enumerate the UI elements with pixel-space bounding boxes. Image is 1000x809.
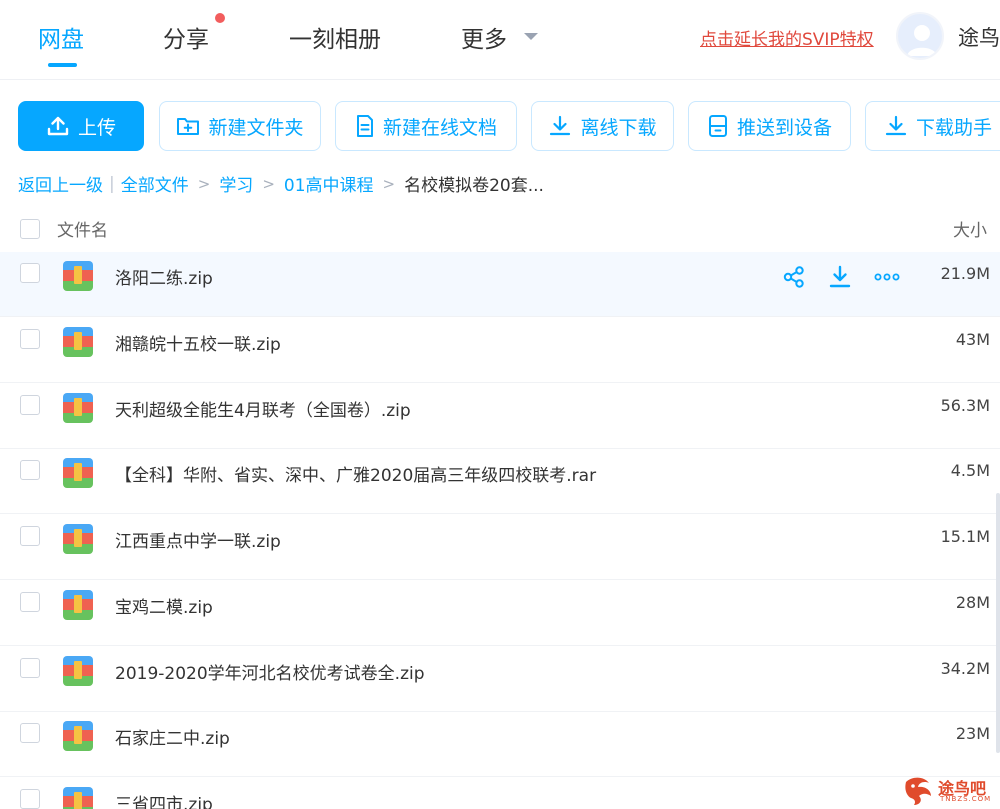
file-size: 4.5M [950,461,990,480]
file-size: 34.2M [940,659,990,678]
watermark-subtext: TNBZS.COM [940,795,992,803]
file-name[interactable]: 2019-2020学年河北名校优考试卷全.zip [115,659,425,684]
row-actions [782,265,900,289]
file-name[interactable]: 湘赣皖十五校一联.zip [115,330,281,355]
breadcrumb-divider: | [109,173,115,194]
share-icon[interactable] [782,265,806,289]
nav-tab-netdisk[interactable]: 网盘 [38,20,84,54]
file-name[interactable]: 天利超级全能生4月联考（全国卷）.zip [115,396,411,421]
row-checkbox[interactable] [20,658,40,678]
user-avatar-icon [907,25,937,56]
file-row[interactable]: 天利超级全能生4月联考（全国卷）.zip 56.3M [0,384,1000,449]
more-options-icon[interactable] [874,265,900,289]
breadcrumb-chevron-icon: > [382,174,396,193]
download-helper-label: 下载助手 [916,116,993,139]
watermark: 途鸟吧 TNBZS.COM [902,772,1000,809]
download-icon[interactable] [828,265,852,289]
file-row[interactable]: 洛阳二练.zip 21.9M [0,252,1000,317]
new-online-doc-label: 新建在线文档 [382,116,497,139]
download-icon [550,115,571,136]
file-row[interactable]: 2019-2020学年河北名校优考试卷全.zip 34.2M [0,647,1000,712]
archive-file-icon [63,327,93,357]
archive-file-icon [63,787,93,809]
push-to-device-label: 推送到设备 [736,116,832,139]
file-name[interactable]: 江西重点中学一联.zip [115,527,281,552]
breadcrumb-highschool[interactable]: 01高中课程 [284,171,374,196]
row-checkbox[interactable] [20,263,40,283]
file-name[interactable]: 三省四市.zip [115,790,213,809]
offline-download-label: 离线下载 [580,116,657,139]
file-name[interactable]: 石家庄二中.zip [115,724,230,749]
file-size: 15.1M [940,527,990,546]
file-row[interactable]: 湘赣皖十五校一联.zip 43M [0,318,1000,383]
nav-active-indicator [48,63,77,67]
archive-file-icon [63,590,93,620]
file-row[interactable]: 三省四市.zip [0,778,1000,809]
share-notification-badge [215,13,225,23]
new-online-doc-button[interactable]: 新建在线文档 [335,101,517,151]
select-all-checkbox[interactable] [20,219,40,239]
archive-file-icon [63,721,93,751]
bird-logo-icon [905,777,931,805]
username[interactable]: 途鸟 [958,22,1000,52]
file-row[interactable]: 江西重点中学一联.zip 15.1M [0,515,1000,580]
chevron-down-icon[interactable] [524,33,538,40]
upload-icon [47,116,69,136]
download-helper-icon [885,115,907,136]
row-checkbox[interactable] [20,329,40,349]
archive-file-icon [63,393,93,423]
upload-button[interactable]: 上传 [18,101,144,151]
breadcrumb-study[interactable]: 学习 [219,171,253,196]
row-checkbox[interactable] [20,723,40,743]
row-checkbox[interactable] [20,526,40,546]
nav-tab-album[interactable]: 一刻相册 [289,20,381,54]
row-checkbox[interactable] [20,789,40,809]
upload-label: 上传 [77,116,116,139]
file-name[interactable]: 洛阳二练.zip [115,264,213,289]
new-folder-icon [177,118,200,135]
column-header-size[interactable]: 大小 [953,216,987,241]
row-checkbox[interactable] [20,460,40,480]
breadcrumb-all-files[interactable]: 全部文件 [121,171,189,196]
document-icon [356,115,373,137]
nav-tab-more[interactable]: 更多 [461,20,507,54]
file-size: 28M [955,593,990,612]
row-checkbox[interactable] [20,395,40,415]
archive-file-icon [63,261,93,291]
archive-file-icon [63,458,93,488]
top-nav: 网盘 分享 一刻相册 更多 点击延长我的SVIP特权 途鸟 [0,0,1000,80]
device-icon [708,115,727,137]
svip-renew-link[interactable]: 点击延长我的SVIP特权 [700,25,874,50]
column-header-name[interactable]: 文件名 [57,216,108,241]
new-folder-button[interactable]: 新建文件夹 [159,101,321,151]
download-helper-button[interactable]: 下载助手 [865,101,1000,151]
offline-download-button[interactable]: 离线下载 [531,101,674,151]
breadcrumb-chevron-icon: > [197,174,211,193]
breadcrumb: 返回上一级 | 全部文件 > 学习 > 01高中课程 > 名校模拟卷20套... [18,171,544,197]
nav-tab-share[interactable]: 分享 [163,20,209,54]
push-to-device-button[interactable]: 推送到设备 [688,101,851,151]
file-name[interactable]: 【全科】华附、省实、深中、广雅2020届高三年级四校联考.rar [115,461,596,486]
file-row[interactable]: 【全科】华附、省实、深中、广雅2020届高三年级四校联考.rar 4.5M [0,449,1000,514]
file-size: 23M [955,724,990,743]
file-row[interactable]: 石家庄二中.zip 23M [0,712,1000,777]
avatar[interactable] [896,12,944,60]
breadcrumb-current: 名校模拟卷20套... [404,176,544,196]
file-size: 56.3M [940,396,990,415]
archive-file-icon [63,656,93,686]
row-checkbox[interactable] [20,592,40,612]
archive-file-icon [63,524,93,554]
file-size: 43M [955,330,990,349]
file-size: 21.9M [940,264,990,283]
file-row[interactable]: 宝鸡二模.zip 28M [0,581,1000,646]
breadcrumb-back-link[interactable]: 返回上一级 [18,171,103,196]
file-name[interactable]: 宝鸡二模.zip [115,593,213,618]
scrollbar[interactable] [996,493,1000,753]
new-folder-label: 新建文件夹 [208,116,304,139]
breadcrumb-chevron-icon: > [262,174,275,193]
